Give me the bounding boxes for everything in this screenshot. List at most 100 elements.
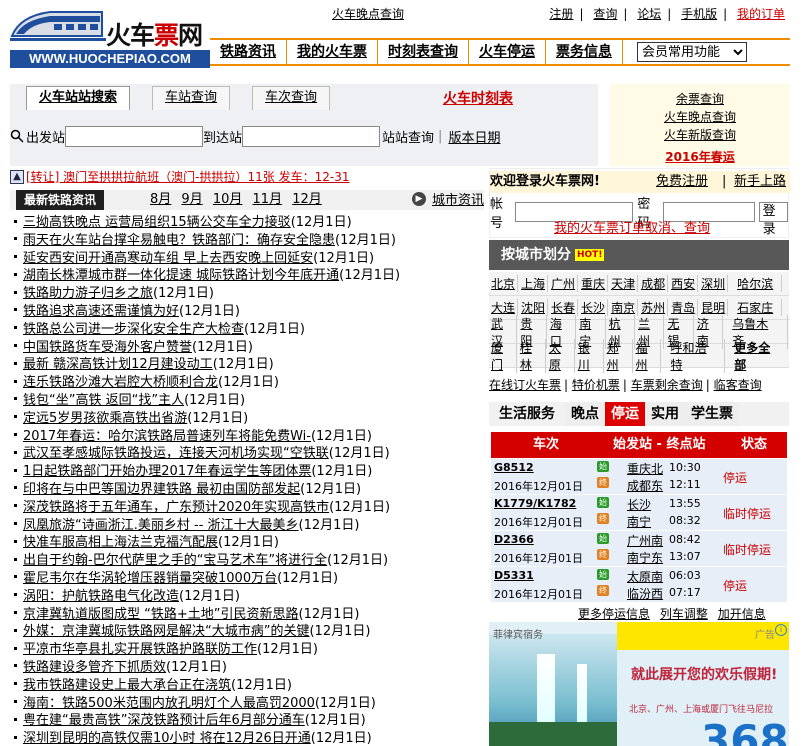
site-logo[interactable]: 火车票网 WWW.HUOCHEPIAO.COM xyxy=(10,6,210,68)
from-station-link[interactable]: 长沙 xyxy=(627,496,651,513)
bulletin-link[interactable]: [转让] 澳门至拱拱拉航班（澳门-拱拱拉）11张 发车：12-31 xyxy=(26,168,349,185)
month-link[interactable]: 10月 xyxy=(213,192,243,207)
tab-delay[interactable]: 晚点 xyxy=(565,402,605,426)
more-suspension-link[interactable]: 更多停运信息 xyxy=(578,607,650,621)
news-link[interactable]: 出自于约翰-巴尔代萨里之手的“宝马艺术车”将进行全 xyxy=(23,553,327,568)
news-link[interactable]: 涡阳：护航铁路电气化改造 xyxy=(23,589,179,604)
city-link[interactable]: 郑州 xyxy=(605,338,633,373)
city-link[interactable]: 石家庄 xyxy=(729,299,783,316)
city-link[interactable]: 苏州 xyxy=(639,299,669,316)
news-link[interactable]: 凤凰旅游“诗画浙江.美丽乡村 -- 浙江十大最美乡 xyxy=(23,518,299,533)
news-link[interactable]: 三拗高铁晚点 运营局组织15辆公交车全力接驳 xyxy=(23,215,291,230)
query-link[interactable]: 查询 xyxy=(587,7,623,21)
newbie-link[interactable]: 新手上路 xyxy=(734,171,786,193)
news-link[interactable]: 铁路建设多管齐下抓质效 xyxy=(23,660,166,675)
cheap-flights-link[interactable]: 特价机票 xyxy=(572,378,620,392)
city-link[interactable]: 北京 xyxy=(489,275,519,292)
to-station-link[interactable]: 成都东 xyxy=(627,477,663,494)
news-link[interactable]: 快准车服高相上海法兰克福汽配展 xyxy=(23,535,218,550)
city-link[interactable]: 南京 xyxy=(609,299,639,316)
city-link[interactable]: 深圳 xyxy=(699,275,729,292)
news-link[interactable]: 海南：铁路500米范围内放孔明灯个人最高罚2000 xyxy=(23,696,315,711)
city-link[interactable]: 上海 xyxy=(519,275,549,292)
city-link[interactable]: 厦门 xyxy=(489,338,517,373)
city-link[interactable]: 西安 xyxy=(669,275,699,292)
city-link[interactable]: 成都 xyxy=(639,275,669,292)
login-button[interactable]: 登录 xyxy=(758,202,788,237)
news-link[interactable]: 钱包“坐”高铁 返回“找”主人 xyxy=(23,393,184,408)
mobile-link[interactable]: 手机版 xyxy=(675,7,723,21)
city-link[interactable]: 哈尔滨 xyxy=(729,275,783,292)
version-date-link[interactable]: 版本日期 xyxy=(448,127,500,146)
register-link[interactable]: 注册 xyxy=(543,7,579,21)
news-link[interactable]: 铁路助力游子归乡之旅 xyxy=(23,286,153,301)
news-link[interactable]: 铁路总公司进一步深化安全生产大检查 xyxy=(23,322,244,337)
member-functions-select[interactable]: 会员常用功能 xyxy=(637,42,747,62)
tab-station-to-station[interactable]: 火车站站搜索 xyxy=(26,86,131,110)
info-icon[interactable]: i xyxy=(775,624,787,636)
new-query-link[interactable]: 火车新版查询 xyxy=(610,126,790,144)
tab-useful[interactable]: 实用 xyxy=(645,402,685,426)
nav-suspended[interactable]: 火车停运 xyxy=(469,40,546,64)
news-link[interactable]: 铁路追求高速还需谨慎为好 xyxy=(23,304,179,319)
remaining-seats-link[interactable]: 车票剩余查询 xyxy=(631,378,703,392)
news-link[interactable]: 深圳到昆明的高铁仅需10小时 将在12月26日开通 xyxy=(23,731,311,746)
city-link[interactable]: 广州 xyxy=(549,275,579,292)
month-link[interactable]: 9月 xyxy=(181,192,202,207)
delay-query-link[interactable]: 火车晚点查询 xyxy=(332,5,404,22)
city-link[interactable]: 重庆 xyxy=(579,275,609,292)
tab-student-tickets[interactable]: 学生票 xyxy=(685,402,739,426)
tab-suspension[interactable]: 停运 xyxy=(605,402,645,426)
tab-station-query[interactable]: 车站查询 xyxy=(152,86,231,110)
news-link[interactable]: 中国铁路货车受海外客户赞誉 xyxy=(23,340,192,355)
news-link[interactable]: 粤在建“最贵高铁”深茂铁路预计后年6月部分通车 xyxy=(23,713,305,728)
month-link[interactable]: 8月 xyxy=(150,192,171,207)
news-link[interactable]: 深茂铁路将于五年通车，广东预计2020年实现高铁市 xyxy=(23,500,329,515)
tab-train-query[interactable]: 车次查询 xyxy=(252,86,331,110)
news-link[interactable]: 最新 赣深高铁计划12月建设动工 xyxy=(23,357,213,372)
news-link[interactable]: 湖南长株潭城市群一体化提速 城际铁路计划今年底开通 xyxy=(23,268,339,283)
my-orders-link[interactable]: 我的订单 xyxy=(731,7,791,21)
schedule-change-link[interactable]: 列车调整 xyxy=(660,607,708,621)
extra-trains-link[interactable]: 加开信息 xyxy=(718,607,766,621)
forum-link[interactable]: 论坛 xyxy=(631,7,667,21)
from-station-link[interactable]: 太原南 xyxy=(627,568,663,585)
advertisement-banner[interactable]: 菲律宾宿务 广告 i 就此展开您的欢乐假期! 北京、广州、上海或厦门飞往马尼拉 … xyxy=(489,622,789,746)
city-link[interactable]: 呼和浩特 xyxy=(662,338,726,373)
remaining-tickets-link[interactable]: 余票查询 xyxy=(610,90,790,108)
news-link[interactable]: 1日起铁路部门开始办理2017年春运学生等团体票 xyxy=(23,464,311,479)
news-link[interactable]: 武汉至孝感城际铁路投运，连接天河机场实现“空铁联 xyxy=(23,446,329,461)
nav-railway-news[interactable]: 铁路资讯 xyxy=(210,40,287,64)
train-number-link[interactable]: D5331 xyxy=(494,569,534,582)
city-link[interactable]: 青岛 xyxy=(669,299,699,316)
to-station-input[interactable] xyxy=(242,125,381,147)
nav-my-tickets[interactable]: 我的火车票 xyxy=(287,40,378,64)
delay-link[interactable]: 火车晚点查询 xyxy=(610,108,790,126)
to-station-link[interactable]: 南宁 xyxy=(627,513,651,530)
news-link[interactable]: 我市铁路建设史上最大承台正在浇筑 xyxy=(23,678,231,693)
temporary-trains-link[interactable]: 临客查询 xyxy=(714,378,762,392)
online-booking-link[interactable]: 在线订火车票 xyxy=(489,378,561,392)
city-link[interactable]: 长春 xyxy=(549,299,579,316)
city-link[interactable]: 大连 xyxy=(489,299,519,316)
news-link[interactable]: 2017年春运：哈尔滨铁路局普速列车将能免费Wi- xyxy=(23,429,311,444)
news-link[interactable]: 连乐铁路沙滩大岩腔大桥顺利合龙 xyxy=(23,375,218,390)
city-link[interactable]: 银川 xyxy=(576,338,604,373)
order-cancel-link[interactable]: 我的火车票订单取消、查询 xyxy=(554,217,710,236)
news-link[interactable]: 延安西安间开通高寒动车组 早上去西安晚上回延安 xyxy=(23,251,313,266)
from-station-link[interactable]: 广州南 xyxy=(627,532,663,549)
spring-festival-link[interactable]: 2016年春运 xyxy=(610,148,790,166)
news-link[interactable]: 印将在与中巴等国边界建铁路 最初由国防部发起 xyxy=(23,482,300,497)
train-number-link[interactable]: G8512 xyxy=(494,461,534,474)
city-link[interactable]: 天津 xyxy=(609,275,639,292)
train-number-link[interactable]: D2366 xyxy=(494,533,534,546)
month-link[interactable]: 11月 xyxy=(253,192,283,207)
to-station-link[interactable]: 临汾西 xyxy=(627,585,663,602)
city-link[interactable]: 福州 xyxy=(634,338,662,373)
nav-timetable[interactable]: 时刻表查询 xyxy=(378,40,469,64)
timetable-link[interactable]: 火车时刻表 xyxy=(443,88,513,108)
from-station-input[interactable] xyxy=(65,125,204,147)
nav-ticket-info[interactable]: 票务信息 xyxy=(546,40,623,64)
news-link[interactable]: 京津冀轨道版图成型 “铁路+土地”引民资新思路 xyxy=(23,607,299,622)
news-link[interactable]: 外媒：京津冀城际铁路网是解决“大城市病”的关键 xyxy=(23,624,309,639)
